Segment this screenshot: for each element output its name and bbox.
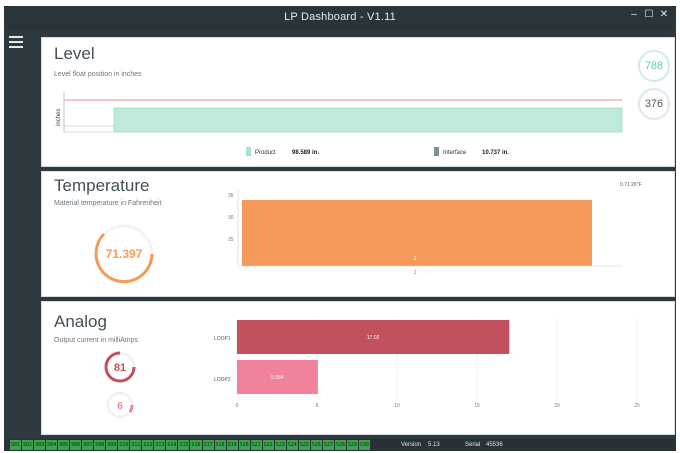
temperature-ytick: 25	[228, 237, 234, 243]
io-chip: S21	[250, 440, 262, 450]
io-chip: S04	[46, 440, 58, 450]
window-title: LP Dashboard - V1.11	[284, 11, 396, 23]
io-status-chips: S01 S02 S03 S04 S05 S06 S07 S08 S09 S10 S11 S12 S13 S…	[10, 440, 370, 450]
io-chip: S02	[22, 440, 34, 450]
analog-gauge1-value: 81	[114, 362, 126, 374]
analog-xticks: 0 5 10 15 20 25	[236, 403, 640, 409]
analog-xtick: 0	[236, 403, 239, 409]
io-chip: S20	[238, 440, 250, 450]
io-chip: S18	[214, 440, 226, 450]
analog-xtick: 10	[394, 403, 400, 409]
io-chip: S30	[358, 440, 370, 450]
io-chip: S23	[274, 440, 286, 450]
menu-line	[9, 46, 23, 48]
io-chip: S11	[130, 440, 142, 450]
io-chip: S06	[70, 440, 82, 450]
io-chip: S03	[34, 440, 46, 450]
level-legend: Product 98.589 in. Interface 10.737 in.	[246, 147, 509, 156]
io-chip: S12	[142, 440, 154, 450]
io-chip: S27	[322, 440, 334, 450]
serial-label: Serial	[465, 442, 481, 448]
io-chip: S10	[118, 440, 130, 450]
temperature-bar	[242, 200, 592, 266]
io-chip: S07	[82, 440, 94, 450]
temperature-corner-label: 0.71 26°F	[620, 182, 642, 188]
analog-category-label: LOOP1	[214, 336, 231, 342]
temperature-ytick: 30	[228, 215, 234, 221]
io-chip: S05	[58, 440, 70, 450]
menu-line	[9, 41, 23, 43]
restore-icon[interactable]: ☐	[643, 9, 655, 21]
analog-chart: 81 6 0 5 10 15 20 25 LOOP1 LOOP2 17.02 5.054	[104, 318, 640, 419]
analog-category-label: LOOP2	[214, 377, 231, 383]
analog-panel: Analog Output current in milliAmps 81 6 …	[41, 301, 675, 435]
status-bar: S01 S02 S03 S04 S05 S06 S07 S08 S09 S10 S11 S12 S13 S…	[4, 439, 676, 451]
legend-label-interface: Interface	[443, 150, 467, 156]
io-chip: S09	[106, 440, 118, 450]
version-label: Version	[401, 442, 422, 448]
analog-gauge2-arc	[128, 404, 134, 413]
io-chip: S22	[262, 440, 274, 450]
temperature-ytick: 35	[228, 193, 234, 199]
analog-bar-value-label: 17.02	[367, 335, 380, 341]
io-chip: S01	[10, 440, 22, 450]
level-panel: Level Level float position in inches 788…	[41, 37, 675, 167]
io-chip: S25	[298, 440, 310, 450]
io-chip: S17	[202, 440, 214, 450]
legend-label-product: Product	[255, 150, 276, 156]
io-chip: S19	[226, 440, 238, 450]
level-chart: inches Product 98.589 in. Interface 10.7…	[56, 92, 623, 156]
analog-xtick: 5	[316, 403, 319, 409]
temperature-bar-label: 2	[414, 256, 417, 262]
level-y-axis-label: inches	[56, 109, 62, 126]
temperature-panel: Temperature Material temperature in Fahr…	[41, 171, 675, 297]
temperature-chart: 71.397 0.71 26°F 35 30 25 2 1	[94, 182, 642, 284]
legend-value-product: 98.589 in.	[292, 150, 319, 156]
io-chip: S26	[310, 440, 322, 450]
io-chip: S16	[190, 440, 202, 450]
legend-value-interface: 10.737 in.	[482, 150, 509, 156]
io-chip: S13	[154, 440, 166, 450]
menu-line	[9, 36, 23, 38]
io-chip: S14	[166, 440, 178, 450]
minimize-icon[interactable]: –	[628, 9, 640, 21]
app-window: LP Dashboard - V1.11 – ☐ ✕ Level Level f…	[4, 6, 676, 451]
serial-value: 45536	[486, 442, 503, 448]
analog-xtick: 20	[554, 403, 560, 409]
io-chip: S29	[346, 440, 358, 450]
title-bar: LP Dashboard - V1.11 – ☐ ✕	[4, 6, 676, 30]
io-chip: S24	[286, 440, 298, 450]
legend-swatch-interface	[434, 147, 439, 156]
analog-xtick: 15	[474, 403, 480, 409]
window-controls: – ☐ ✕	[628, 9, 670, 21]
analog-bar-value-label: 5.054	[271, 375, 284, 381]
io-chip: S15	[178, 440, 190, 450]
close-icon[interactable]: ✕	[658, 9, 670, 21]
legend-swatch-product	[246, 147, 251, 156]
hamburger-menu-icon[interactable]	[9, 36, 23, 48]
temperature-gauge-value: 71.397	[106, 247, 143, 261]
io-chip: S08	[94, 440, 106, 450]
level-product-area	[113, 107, 623, 133]
analog-xtick: 25	[634, 403, 640, 409]
temperature-xtick: 1	[414, 270, 417, 276]
io-chip: S28	[334, 440, 346, 450]
version-value: 5.13	[428, 442, 440, 448]
analog-gauge2-value: 6	[117, 401, 123, 412]
